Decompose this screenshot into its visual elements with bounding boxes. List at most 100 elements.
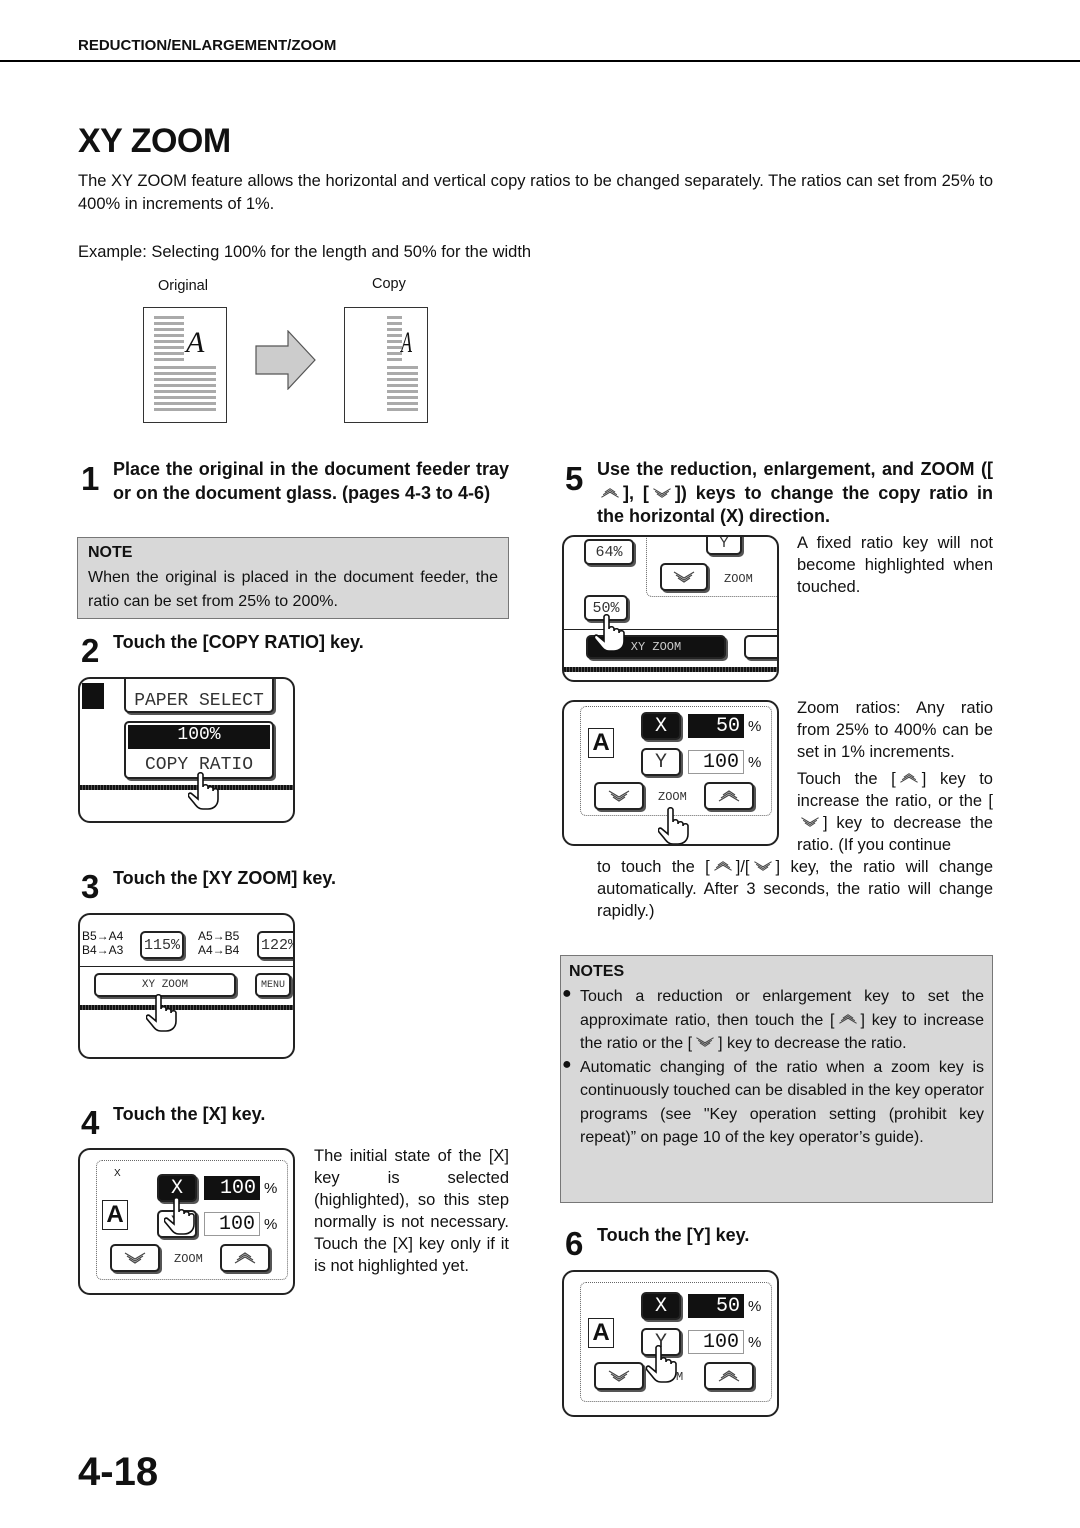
zoom-up-chevrons-icon xyxy=(714,1369,744,1383)
step-1-text: Place the original in the document feede… xyxy=(113,459,509,503)
step-3-number: 3 xyxy=(81,868,100,905)
copy-glyph: A xyxy=(401,326,412,359)
copy-label: Copy xyxy=(372,276,406,292)
zoom-down-chevrons-icon xyxy=(750,860,776,872)
x-ratio-display: 100 xyxy=(204,1176,260,1200)
step-4-number: 4 xyxy=(81,1104,100,1141)
zoom-up-chevrons-icon xyxy=(896,772,922,784)
step-6-text: Touch the [Y] key. xyxy=(597,1225,750,1245)
zoom-down-chevrons-icon xyxy=(120,1251,150,1265)
touch-hand-icon xyxy=(658,806,692,846)
ratio-122-key[interactable]: 122% xyxy=(257,931,293,959)
notes-box: NOTES Touch a reduction or enlargement k… xyxy=(560,955,993,1203)
y-key[interactable]: Y xyxy=(641,748,681,776)
zoom-up-chevrons-icon xyxy=(230,1251,260,1265)
zoom-up-chevrons-icon xyxy=(835,1013,861,1025)
x-percent: % xyxy=(264,1180,278,1197)
touch-hand-icon xyxy=(594,613,628,653)
preset-labels-2: A5→B5 A4→B4 xyxy=(198,929,240,957)
fixed-ratio-note: A fixed ratio key will not become highli… xyxy=(797,534,993,596)
x-percent: % xyxy=(748,1298,762,1315)
x-key[interactable]: X xyxy=(641,1292,681,1320)
touch-hand-icon xyxy=(188,771,222,811)
zoom-down-button[interactable] xyxy=(110,1244,160,1272)
zoom-label: ZOOM xyxy=(658,790,687,804)
zoom-up-button[interactable] xyxy=(220,1244,270,1272)
y-percent: % xyxy=(748,754,762,771)
x-ratio-panel: A X 50 % Y 100 % ZOOM xyxy=(562,700,779,846)
zoom-label: ZOOM xyxy=(724,572,753,586)
y-key[interactable]: Y xyxy=(706,537,742,555)
note-box: NOTE When the original is placed in the … xyxy=(77,537,509,619)
section-header: REDUCTION/ENLARGEMENT/ZOOM xyxy=(78,37,337,54)
y-key-panel: A X 50 % Y 100 % M xyxy=(562,1270,779,1417)
x-percent: % xyxy=(748,718,762,735)
step-1-number: 1 xyxy=(81,460,100,497)
orientation-glyph: A xyxy=(102,1200,128,1230)
step-5-text: Use the reduction, enlargement, and ZOOM… xyxy=(597,459,993,526)
x-key[interactable]: X xyxy=(641,712,681,740)
original-glyph: A xyxy=(186,326,205,359)
zoom-down-chevrons-icon xyxy=(604,1369,634,1383)
original-page-illustration: A xyxy=(143,307,227,423)
page-number: 4-18 xyxy=(78,1450,159,1494)
step-3-text: Touch the [XY ZOOM] key. xyxy=(113,868,337,888)
zoom-up-button[interactable] xyxy=(704,1362,754,1390)
y-ratio-display: 100 xyxy=(688,1330,744,1354)
orientation-glyph: A xyxy=(588,1318,614,1348)
example-text: Example: Selecting 100% for the length a… xyxy=(78,243,532,261)
y-percent: % xyxy=(748,1334,762,1351)
step-6-number: 6 xyxy=(565,1225,584,1262)
x-key-panel: X A X 100 % Y 100 % ZOOM xyxy=(78,1148,295,1295)
x-ratio-display: 50 xyxy=(688,1294,744,1318)
y-ratio-display: 100 xyxy=(688,750,744,774)
y-percent: % xyxy=(264,1216,278,1233)
ratio-display: 100% xyxy=(128,725,270,749)
zoom-down-chevrons-icon xyxy=(797,816,823,828)
orientation-glyph: A xyxy=(588,728,614,758)
ratio-64-key[interactable]: 64% xyxy=(584,539,634,565)
step-2-number: 2 xyxy=(81,632,100,669)
zoom-down-chevrons-icon xyxy=(669,570,699,584)
notes-item-1: Touch a reduction or enlargement key to … xyxy=(580,988,985,1052)
x-ratio-display: 50 xyxy=(688,714,744,738)
zoom-key-note-cont: to touch the []/[] key, the ratio will c… xyxy=(597,858,993,920)
ratio-115-key[interactable]: 115% xyxy=(140,931,184,959)
arrow-right-icon xyxy=(255,330,316,390)
zoom-up-chevrons-icon xyxy=(714,789,744,803)
blank-key[interactable] xyxy=(744,635,777,659)
step-4-text: Touch the [X] key. xyxy=(113,1104,266,1124)
x-axis-label: X xyxy=(114,1168,121,1179)
xy-zoom-panel: B5→A4 B4→A3 115% A5→B5 A4→B4 122% XY ZOOM … xyxy=(78,913,295,1059)
step-5-number: 5 xyxy=(565,460,584,497)
step-4-explanation: The initial state of the [X] key is sele… xyxy=(314,1147,509,1275)
header-rule xyxy=(0,60,1080,62)
note-text: When the original is placed in the docum… xyxy=(88,569,498,610)
zoom-down-chevrons-icon xyxy=(649,487,675,499)
zoom-up-button[interactable] xyxy=(704,782,754,810)
original-label: Original xyxy=(158,278,208,294)
notes-heading: NOTES xyxy=(569,963,625,980)
step-2-text: Touch the [COPY RATIO] key. xyxy=(113,632,364,652)
zoom-ratio-note: Zoom ratios: Any ratio from 25% to 400% … xyxy=(797,699,993,761)
zoom-up-chevrons-icon xyxy=(597,487,623,499)
copy-ratio-panel: PAPER SELECT 100% COPY RATIO xyxy=(78,677,295,823)
note-heading: NOTE xyxy=(88,544,133,561)
zoom-down-chevrons-icon xyxy=(692,1036,718,1048)
fixed-ratio-panel: 64% Y ZOOM 50% XY ZOOM xyxy=(562,535,779,682)
menu-key[interactable]: MENU xyxy=(255,973,291,997)
zoom-up-chevrons-icon xyxy=(710,860,736,872)
zoom-down-button[interactable] xyxy=(594,1362,644,1390)
page-title: XY ZOOM xyxy=(78,122,231,160)
touch-hand-icon xyxy=(146,993,180,1033)
menu-icon xyxy=(82,683,104,709)
copy-page-illustration: A xyxy=(344,307,428,423)
touch-hand-icon xyxy=(164,1196,198,1236)
intro-text: The XY ZOOM feature allows the horizonta… xyxy=(78,172,993,213)
zoom-down-button[interactable] xyxy=(594,782,644,810)
paper-select-key[interactable]: PAPER SELECT xyxy=(124,679,274,713)
preset-labels-1: B5→A4 B4→A3 xyxy=(82,929,124,957)
touch-hand-icon xyxy=(646,1344,680,1384)
zoom-down-button[interactable] xyxy=(660,563,708,591)
zoom-down-chevrons-icon xyxy=(604,789,634,803)
